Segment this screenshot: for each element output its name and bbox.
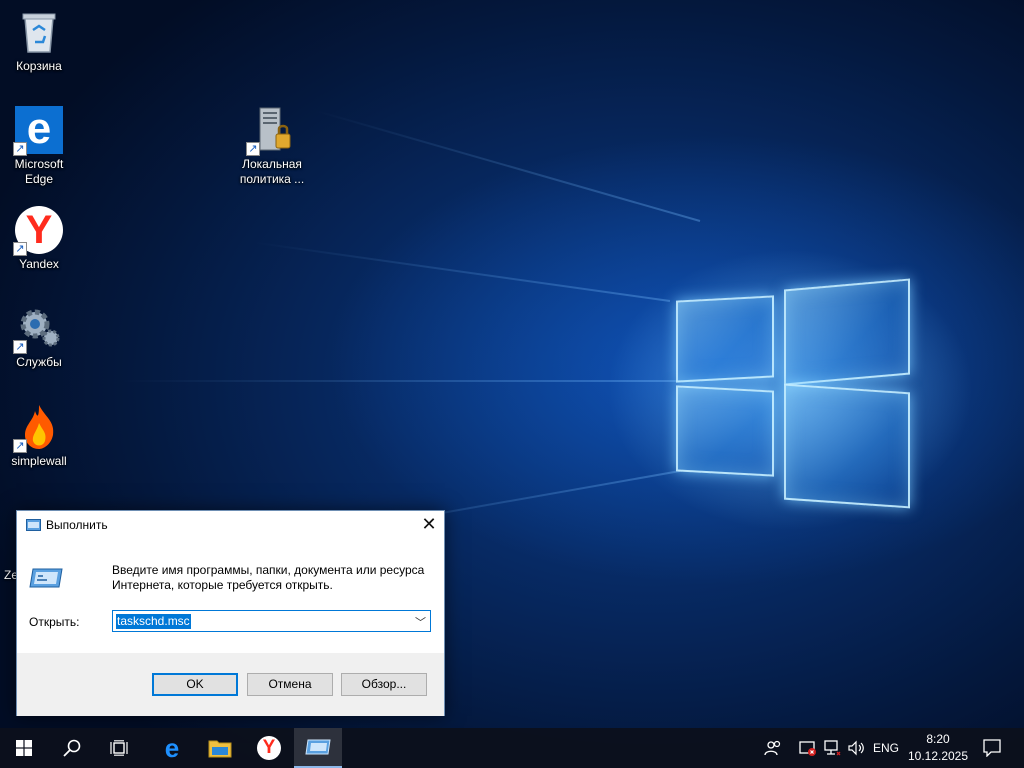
dialog-titlebar[interactable]: Выполнить ✕ [17,511,444,541]
recycle-bin-icon [15,8,63,56]
close-button[interactable]: ✕ [414,511,444,539]
edge-icon: e [164,733,180,763]
desktop-icon-simplewall[interactable]: ↗ simplewall [1,403,77,469]
clock-time: 8:20 [926,732,950,746]
desktop-icon-label: Microsoft Edge [14,157,64,186]
desktop-icon-edge[interactable]: e ↗ Microsoft Edge [1,106,77,187]
run-icon [305,739,331,755]
network-icon [824,740,841,756]
ok-button[interactable]: OK [152,673,238,696]
action-center-button[interactable] [978,728,1006,768]
dialog-footer: OK Отмена Обзор... [17,653,444,716]
shortcut-arrow-icon: ↗ [13,439,27,453]
people-icon [764,740,781,756]
desktop-icon-local-policy[interactable]: ↗ Локальная политика ... [234,106,310,187]
desktop-icon-recycle-bin[interactable]: Корзина [1,8,77,74]
desktop-icon-label: Корзина [16,59,62,73]
people-button[interactable] [760,728,786,768]
local-policy-icon: ↗ [246,106,296,156]
wallpaper-ray [120,380,680,382]
wallpaper-ray [253,241,671,302]
language-indicator[interactable]: ENG [870,728,902,768]
desktop-icon-label: Службы [16,355,62,369]
dialog-description: Введите имя программы, папки, документа … [112,563,425,592]
desktop-icon-yandex[interactable]: Y ↗ Yandex [1,206,77,272]
start-button[interactable] [0,728,48,768]
desktop-icon-label: simplewall [11,454,67,468]
open-input-value[interactable]: taskschd.msc [116,614,191,629]
desktop-icon-label: Локальная политика ... [239,157,305,186]
start-icon [16,740,32,756]
security-alert-icon [799,741,816,756]
yandex-icon: Y [257,736,281,760]
windows-logo-wallpaper [676,268,912,509]
shortcut-arrow-icon: ↗ [246,142,260,156]
open-label: Открыть: [29,615,80,629]
browse-button[interactable]: Обзор... [341,673,427,696]
file-explorer-icon [208,740,232,758]
taskbar-explorer-button[interactable] [196,728,244,768]
desktop-icon-services[interactable]: ↗ Службы [1,304,77,370]
simplewall-flame-icon: ↗ [13,403,63,453]
speaker-icon [848,740,864,756]
taskbar-yandex-button[interactable]: Y [245,728,293,768]
run-app-icon [29,568,63,588]
task-view-icon [110,740,128,756]
run-icon [26,519,41,531]
shortcut-arrow-icon: ↗ [13,242,27,256]
shortcut-arrow-icon: ↗ [13,142,27,156]
cancel-button[interactable]: Отмена [247,673,333,696]
notification-icon [983,739,1001,757]
clock-date: 10.12.2025 [907,749,969,763]
taskbar-run-button[interactable] [294,728,342,768]
chevron-down-icon[interactable]: ﹀ [415,614,426,630]
search-button[interactable] [48,728,96,768]
dialog-title: Выполнить [46,518,108,532]
edge-icon: e ↗ [13,106,63,156]
network-button[interactable] [821,728,843,768]
taskbar: e Y ENG 8:20 10.12.2025 [0,728,1024,768]
security-button[interactable] [797,728,819,768]
shortcut-arrow-icon: ↗ [13,340,27,354]
volume-button[interactable] [845,728,869,768]
run-dialog: Выполнить ✕ Введите имя программы, папки… [16,510,445,716]
clock[interactable]: 8:20 10.12.2025 [906,731,970,765]
desktop-icon-label: Yandex [19,257,59,271]
wallpaper-ray [315,109,701,222]
services-gear-icon: ↗ [13,304,63,354]
yandex-icon: Y ↗ [13,206,63,256]
close-icon: ✕ [421,514,437,534]
taskbar-edge-button[interactable]: e [148,728,196,768]
open-combobox[interactable]: taskschd.msc ﹀ [112,610,431,632]
task-view-button[interactable] [96,728,144,768]
search-icon [63,739,81,757]
